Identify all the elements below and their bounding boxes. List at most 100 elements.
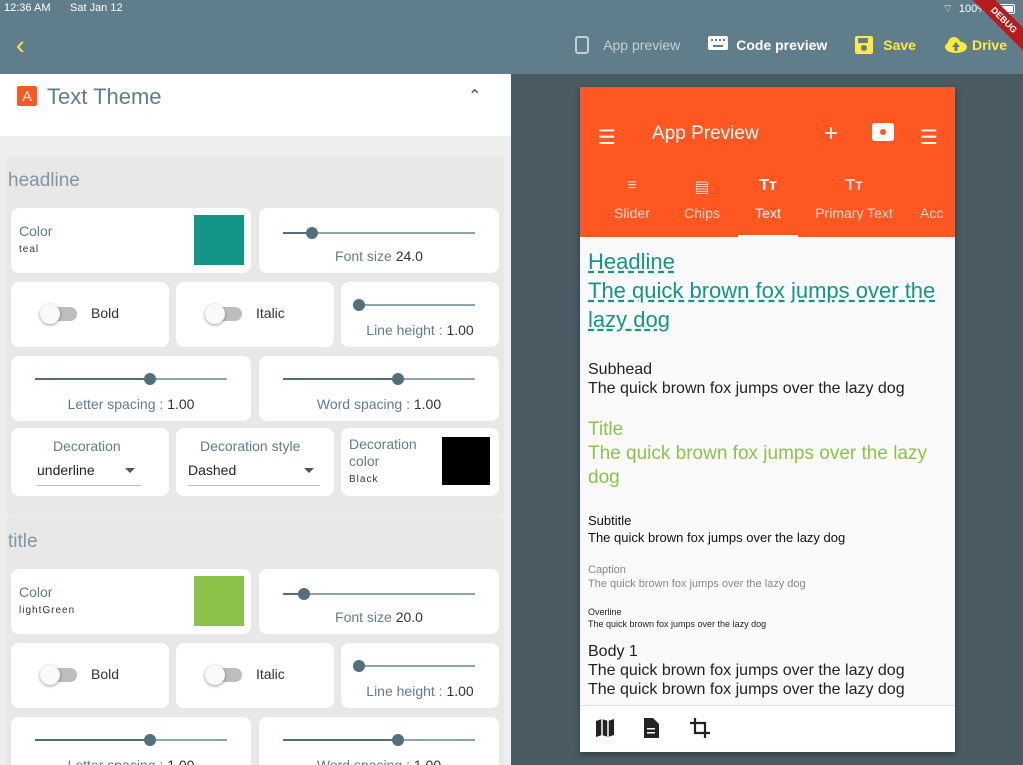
slider-thumb[interactable] [392,734,405,746]
document-icon[interactable] [642,718,660,743]
italic-label: Italic [256,305,285,321]
line-height-slider[interactable] [353,660,475,672]
save-button[interactable]: Save [855,36,916,54]
keyboard-icon [708,36,729,54]
line-height-readout: Line height : 1.00 [366,683,474,699]
headline-color-swatch[interactable] [194,215,244,265]
crop-icon[interactable] [690,718,710,743]
drive-label: Drive [971,37,1007,53]
tab-text[interactable]: Tт Text [738,171,798,237]
menu-icon[interactable]: ☰ [598,125,616,150]
bold-label: Bold [91,666,120,682]
letter-spacing-slider[interactable] [35,734,227,746]
font-size-readout: Font size 20.0 [335,609,423,625]
slider-thumb[interactable] [392,373,405,385]
tab-slider[interactable]: ≡ Slider [602,171,662,237]
bold-toggle[interactable] [40,304,77,324]
headline-color-card[interactable]: Color teal [11,208,251,273]
app-preview-button[interactable]: App preview [575,36,680,54]
title-italic-card[interactable]: Italic [176,643,334,708]
italic-toggle[interactable] [205,304,242,324]
status-date: Sat Jan 12 [70,2,123,14]
back-button[interactable]: ‹ [16,32,40,58]
subhead-label: Subhead [588,361,653,378]
text-theme-header[interactable]: A Text Theme ⌃ [0,74,511,136]
headline-decoration-color-card[interactable]: Decoration color Black [341,428,499,496]
title-color-card[interactable]: Color lightGreen [11,569,251,634]
color-value: teal [19,244,40,255]
italic-label: Italic [256,666,285,682]
drive-button[interactable]: Drive [944,36,1007,54]
word-spacing-slider[interactable] [283,373,475,385]
save-label: Save [883,37,916,53]
preview-app-bar: ☰ App Preview + ☰ ≡ Slider ▤ Chips Tт Te… [580,87,955,237]
line-height-slider[interactable] [353,299,475,311]
decoration-dropdown[interactable]: underline [37,462,141,486]
dropdown-arrow-icon [125,468,135,473]
slider-thumb[interactable] [144,373,157,385]
text-theme-icon: A [17,86,37,106]
code-preview-label: Code preview [736,37,828,53]
add-photo-icon[interactable] [872,123,894,141]
tab-chips[interactable]: ▤ Chips [672,171,732,237]
map-icon[interactable] [595,718,615,743]
add-icon[interactable]: + [824,120,838,148]
overline-label: Overline [588,607,622,617]
headline-word-spacing-card: Word spacing : 1.00 [259,356,499,421]
tab-accent[interactable]: Acc [920,171,955,237]
title-sample-2: dog [588,467,620,488]
decoration-color-value: Black [349,474,379,485]
collapse-chevron-icon[interactable]: ⌃ [468,86,481,106]
headline-bold-card[interactable]: Bold [11,282,169,347]
letter-spacing-readout: Letter spacing : 1.00 [67,757,195,765]
word-spacing-readout: Word spacing : 1.00 [316,396,442,412]
slider-thumb[interactable] [144,734,157,746]
headline-decoration-style-card: Decoration style Dashed [176,428,334,496]
text-fields-icon: Tт [759,177,777,194]
headline-sample-1: The quick brown fox jumps over the [588,278,936,303]
tab-icon [920,177,955,195]
color-label: Color [19,223,53,239]
headline-group-title: headline [8,170,80,191]
font-size-slider[interactable] [283,227,475,239]
bold-label: Bold [91,305,120,321]
decoration-color-label: Decoration color [349,436,417,469]
tune-icon: ≡ [627,177,637,194]
tab-label: Slider [614,205,650,221]
title-color-swatch[interactable] [194,576,244,626]
italic-toggle[interactable] [205,665,242,685]
slider-thumb[interactable] [298,588,311,600]
toolbar-actions: App preview Code preview Save Drive [575,36,1007,54]
bold-toggle[interactable] [40,665,77,685]
status-time: 12:36 AM [4,2,51,14]
word-spacing-slider[interactable] [283,734,475,746]
title-letter-spacing-card: Letter spacing : 1.00 [11,717,251,765]
slider-thumb[interactable] [353,299,365,311]
overflow-menu-icon[interactable]: ☰ [920,125,938,150]
letter-spacing-slider[interactable] [35,373,227,385]
color-label: Color [19,584,53,600]
slider-thumb[interactable] [305,227,318,239]
tab-label: Acc [920,205,944,221]
section-title: Text Theme [47,84,162,109]
title-bold-card[interactable]: Bold [11,643,169,708]
tab-label: Chips [684,205,720,221]
tab-primary-text[interactable]: Tт Primary Text [806,171,902,237]
headline-italic-card[interactable]: Italic [176,282,334,347]
body1-label: Body 1 [588,643,638,660]
font-size-slider[interactable] [283,588,475,600]
title-font-size-card: Font size 20.0 [259,569,499,634]
code-preview-button[interactable]: Code preview [708,36,827,54]
status-bar: 12:36 AM Sat Jan 12 ⌔ 100% [0,0,1023,16]
caption-label: Caption [588,564,626,576]
decoration-color-swatch[interactable] [442,437,490,485]
text-fields-icon: Tт [845,177,863,194]
tab-label: Text [755,205,781,221]
decoration-value: underline [37,462,95,478]
font-size-readout: Font size 24.0 [335,248,423,264]
slider-thumb[interactable] [353,660,365,672]
title-sample-1: The quick brown fox jumps over the lazy [588,443,927,464]
decoration-style-dropdown[interactable]: Dashed [188,462,320,486]
subtitle-sample: The quick brown fox jumps over the lazy … [588,530,846,545]
line-height-readout: Line height : 1.00 [366,322,474,338]
